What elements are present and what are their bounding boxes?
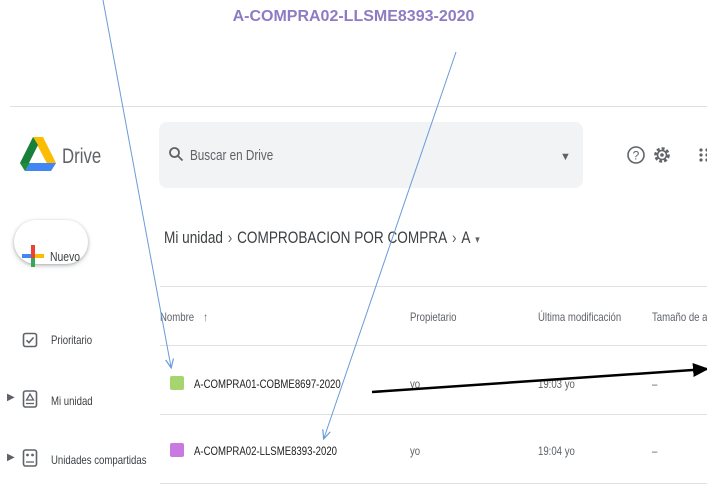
breadcrumb-item-current[interactable]: A	[461, 228, 470, 247]
chevron-down-icon[interactable]: ▾	[475, 234, 479, 246]
toolbar-divider	[160, 286, 707, 287]
new-button-label: Nuevo	[50, 249, 81, 264]
app-name[interactable]: Drive	[62, 145, 101, 169]
folder-icon	[170, 376, 184, 390]
search-input[interactable]: Buscar en Drive	[190, 147, 273, 164]
sidebar-item-label: Unidades compartidas	[51, 453, 147, 467]
help-icon[interactable]: ?	[626, 145, 646, 165]
sidebar-item-prioritario[interactable]: Prioritario	[0, 326, 155, 354]
annotation-title: A-COMPRA02-LLSME8393-2020	[232, 8, 475, 25]
column-header-owner[interactable]: Propietario	[410, 310, 456, 324]
chevron-right-icon: ›	[227, 228, 233, 247]
sidebar-item-mi-unidad[interactable]: ▶ Mi unidad	[0, 386, 155, 414]
drive-logo-icon[interactable]	[20, 137, 56, 179]
breadcrumb-item[interactable]: COMPROBACION POR COMPRA	[237, 228, 447, 247]
sidebar-item-label: Prioritario	[51, 333, 93, 347]
chevron-right-icon: ›	[451, 228, 457, 247]
apps-icon[interactable]	[698, 147, 707, 163]
breadcrumb: Mi unidad › COMPROBACION POR COMPRA › A ▾	[164, 228, 480, 248]
file-name: A-COMPRA02-LLSME8393-2020	[194, 444, 338, 458]
file-modified: 19:03 yo	[538, 377, 575, 391]
table-row[interactable]: A-COMPRA02-LLSME8393-2020 yo 19:04 yo –	[160, 415, 707, 483]
plus-icon	[22, 245, 44, 267]
row-divider	[160, 483, 707, 484]
sort-arrow-up-icon[interactable]: ↑	[203, 310, 208, 324]
file-size: –	[652, 444, 658, 458]
file-size: –	[652, 377, 658, 391]
column-header-size[interactable]: Tamaño de arch	[652, 310, 707, 324]
drive-icon	[22, 390, 38, 408]
expand-arrow-icon[interactable]: ▶	[7, 452, 15, 463]
column-header-name[interactable]: Nombre ↑	[160, 310, 208, 324]
svg-text:?: ?	[633, 149, 640, 163]
folder-icon	[170, 443, 184, 457]
gear-icon[interactable]	[652, 145, 672, 165]
table-row[interactable]: A-COMPRA01-COBME8697-2020 yo 19:03 yo –	[160, 346, 707, 414]
check-box-icon	[22, 332, 38, 348]
header-divider	[10, 106, 707, 107]
search-options-icon[interactable]: ▼	[560, 151, 571, 163]
file-owner: yo	[410, 444, 421, 458]
file-owner: yo	[410, 377, 421, 391]
sidebar-item-unidades-compartidas[interactable]: ▶ Unidades compartidas	[0, 446, 155, 474]
file-modified: 19:04 yo	[538, 444, 575, 458]
expand-arrow-icon[interactable]: ▶	[7, 392, 15, 403]
shared-drive-icon	[22, 449, 38, 467]
sidebar-item-label: Mi unidad	[51, 394, 93, 408]
file-name: A-COMPRA01-COBME8697-2020	[194, 377, 341, 391]
column-header-label: Nombre	[160, 310, 195, 324]
search-icon[interactable]	[168, 146, 184, 162]
column-header-modified[interactable]: Última modificación	[538, 310, 621, 324]
breadcrumb-item[interactable]: Mi unidad	[164, 228, 223, 247]
